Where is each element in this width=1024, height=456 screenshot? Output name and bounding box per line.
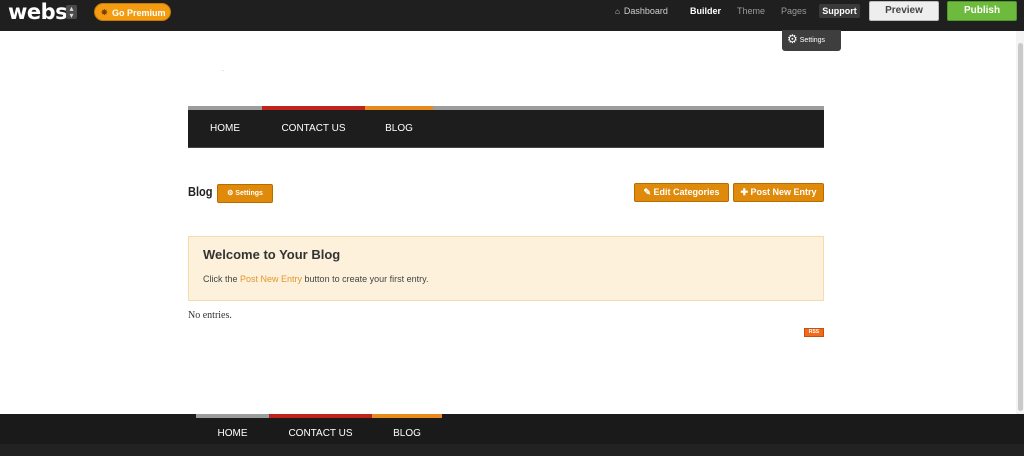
plus-icon: ✚: [740, 187, 748, 197]
star-icon: ✸: [101, 8, 108, 17]
gear-icon: ⚙: [787, 32, 798, 46]
go-premium-button[interactable]: ✸ Go Premium: [94, 3, 171, 21]
nav-pages[interactable]: Pages: [781, 0, 807, 22]
edit-categories-label: Edit Categories: [653, 187, 720, 197]
publish-button[interactable]: Publish: [947, 1, 1017, 21]
site-main-nav: HOME CONTACT US BLOG: [188, 106, 824, 148]
settings-icon: ⚙: [227, 190, 234, 197]
welcome-text-before: Click the: [203, 274, 241, 284]
nav-theme[interactable]: Theme: [737, 0, 765, 22]
nav-dashboard[interactable]: ⌂ Dashboard: [615, 0, 668, 22]
main-nav-contact-us[interactable]: CONTACT US: [262, 110, 365, 147]
post-new-entry-label: Post New Entry: [750, 187, 817, 197]
nav-support[interactable]: Support: [819, 4, 860, 18]
blog-settings-label: Settings: [235, 190, 263, 197]
footer-lower-band: [0, 444, 1024, 456]
scrollbar-thumb[interactable]: [1018, 43, 1023, 411]
preview-button[interactable]: Preview: [869, 1, 939, 21]
footer-nav: HOME CONTACT US BLOG: [0, 414, 1024, 456]
welcome-panel: Welcome to Your Blog Click the Post New …: [188, 236, 824, 301]
blog-settings-button[interactable]: ⚙ Settings: [217, 184, 273, 203]
welcome-text: Click the Post New Entry button to creat…: [203, 274, 428, 284]
post-new-entry-button[interactable]: ✚ Post New Entry: [733, 183, 824, 202]
top-bar: webs ▴ ▾ ✸ Go Premium ⌂ Dashboard Builder …: [0, 0, 1024, 31]
footer-strip-blog: [372, 414, 442, 418]
footer-nav-contact-us[interactable]: CONTACT US: [269, 424, 372, 444]
edit-categories-button[interactable]: ✎ Edit Categories: [634, 183, 729, 202]
webs-logo[interactable]: webs: [8, 0, 68, 24]
settings-dropdown-item[interactable]: ⚙ Settings: [782, 30, 841, 51]
main-nav-blog[interactable]: BLOG: [365, 110, 433, 147]
no-entries-text: No entries.: [188, 310, 232, 321]
welcome-text-after: button to create your first entry.: [302, 274, 429, 284]
blog-title: Blog: [188, 184, 213, 199]
main-nav-home[interactable]: HOME: [188, 110, 262, 147]
page-marker: ˙: [222, 69, 225, 78]
vertical-scrollbar[interactable]: [1016, 31, 1024, 414]
home-icon: ⌂: [615, 7, 620, 16]
post-new-entry-link[interactable]: Post New Entry: [240, 274, 302, 284]
pencil-icon: ✎: [643, 187, 651, 197]
rss-badge[interactable]: RSS: [804, 328, 824, 337]
footer-strip-home: [196, 414, 269, 418]
nav-builder[interactable]: Builder: [690, 0, 721, 22]
go-premium-label: Go Premium: [112, 8, 166, 18]
welcome-title: Welcome to Your Blog: [203, 247, 341, 262]
site-switch-icon[interactable]: ▴ ▾: [66, 5, 77, 20]
nav-dashboard-label: Dashboard: [623, 6, 668, 16]
nav-strip-rest: [433, 106, 824, 110]
footer-nav-blog[interactable]: BLOG: [372, 424, 442, 444]
settings-dropdown-label: Settings: [799, 37, 826, 44]
footer-nav-home[interactable]: HOME: [196, 424, 269, 444]
footer-strip-contact: [269, 414, 372, 418]
